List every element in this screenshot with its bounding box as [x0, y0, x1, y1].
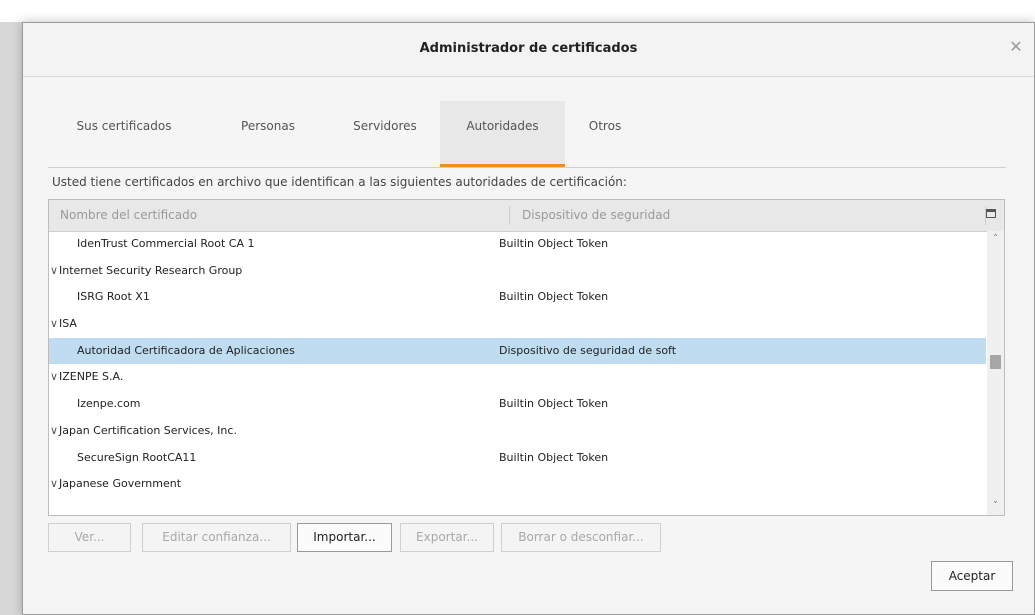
tab-servidores[interactable]: Servidores: [340, 101, 430, 167]
tree-group-row[interactable]: ∨ IZENPE S.A.: [49, 364, 986, 391]
security-device: Dispositivo de seguridad de soft: [499, 343, 677, 357]
tree-cert-row[interactable]: Autoridad Certificadora de Aplicaciones D…: [49, 337, 986, 365]
scroll-thumb[interactable]: [990, 355, 1001, 369]
expand-chevron-icon[interactable]: ∨: [50, 364, 58, 391]
certificate-name: Izenpe.com: [77, 397, 141, 411]
scroll-down-icon[interactable]: ˅: [987, 498, 1004, 515]
description-text: Usted tiene certificados en archivo que …: [52, 175, 627, 189]
dialog-title: Administrador de certificados: [419, 41, 638, 56]
editar-confianza-button-label: Editar confianza...: [162, 530, 271, 544]
certificate-name: IdenTrust Commercial Root CA 1: [77, 237, 255, 250]
editar-confianza-button[interactable]: Editar confianza...: [142, 523, 291, 552]
certificate-manager-dialog: Administrador de certificados ✕ Sus cert…: [22, 22, 1035, 615]
tree-scrollbar[interactable]: ˄ ˅: [987, 231, 1004, 515]
certificate-tree[interactable]: Nombre del certificado Dispositivo de se…: [48, 199, 1005, 516]
tree-cert-row[interactable]: SecureSign RootCA11 Builtin Object Token: [49, 445, 986, 472]
expand-chevron-icon[interactable]: ∨: [50, 418, 58, 445]
expand-chevron-icon[interactable]: ∨: [50, 258, 58, 285]
tab-autoridades[interactable]: Autoridades: [440, 101, 565, 167]
column-header-name[interactable]: Nombre del certificado: [60, 200, 197, 231]
expand-chevron-icon[interactable]: ∨: [50, 471, 58, 498]
security-device: Builtin Object Token: [499, 237, 609, 250]
tree-group-row[interactable]: ∨ Japan Certification Services, Inc.: [49, 418, 986, 445]
borrar-o-desconfiar-button[interactable]: Borrar o desconfiar...: [501, 523, 661, 552]
tree-cert-row[interactable]: ISRG Root X1 Builtin Object Token: [49, 284, 986, 311]
group-name: Japanese Government: [59, 477, 182, 491]
borrar-button-label: Borrar o desconfiar...: [518, 530, 644, 544]
tab-sus-certificados[interactable]: Sus certificados: [64, 101, 184, 167]
backdrop-top: [0, 0, 1035, 22]
group-name: ISA: [59, 317, 77, 331]
importar-button[interactable]: Importar...: [297, 523, 392, 552]
tab-bar: Sus certificados Personas Servidores Aut…: [48, 101, 1006, 168]
certificate-name: Autoridad Certificadora de Aplicaciones: [77, 343, 295, 357]
exportar-button-label: Exportar...: [416, 530, 478, 544]
title-bar: Administrador de certificados ✕: [23, 23, 1034, 77]
tree-group-row[interactable]: ∨ ISA: [49, 311, 986, 338]
tree-header: Nombre del certificado Dispositivo de se…: [49, 200, 1004, 232]
close-icon[interactable]: ✕: [1006, 37, 1026, 56]
tree-cert-row[interactable]: Izenpe.com Builtin Object Token: [49, 391, 986, 418]
certificate-name: SecureSign RootCA11: [77, 450, 197, 464]
tree-group-row[interactable]: ∨ Japanese Government: [49, 471, 986, 498]
tree-group-row[interactable]: ∨ Internet Security Research Group: [49, 258, 986, 285]
importar-button-label: Importar...: [313, 530, 376, 544]
group-name: IZENPE S.A.: [59, 370, 124, 384]
backdrop-left: [0, 22, 22, 615]
tree-cert-row[interactable]: IdenTrust Commercial Root CA 1 Builtin Ob…: [49, 231, 986, 258]
tab-otros[interactable]: Otros: [575, 101, 635, 167]
ver-button[interactable]: Ver...: [48, 523, 131, 552]
aceptar-button-label: Aceptar: [948, 569, 996, 583]
exportar-button[interactable]: Exportar...: [400, 523, 494, 552]
certificate-name: ISRG Root X1: [77, 290, 150, 304]
security-device: Builtin Object Token: [499, 290, 609, 304]
ver-button-label: Ver...: [74, 530, 105, 544]
tree-rows: IdenTrust Commercial Root CA 1 Builtin Ob…: [49, 231, 986, 498]
group-name: Japan Certification Services, Inc.: [59, 423, 237, 437]
column-separator: [509, 206, 510, 225]
security-device: Builtin Object Token: [499, 397, 609, 411]
column-picker-icon[interactable]: [986, 209, 996, 218]
column-header-device[interactable]: Dispositivo de seguridad: [522, 200, 670, 231]
tab-personas[interactable]: Personas: [228, 101, 308, 167]
aceptar-button[interactable]: Aceptar: [931, 561, 1013, 591]
group-name: Internet Security Research Group: [59, 263, 243, 277]
security-device: Builtin Object Token: [499, 450, 609, 464]
scroll-up-icon[interactable]: ˄: [987, 231, 1004, 248]
expand-chevron-icon[interactable]: ∨: [50, 311, 58, 338]
